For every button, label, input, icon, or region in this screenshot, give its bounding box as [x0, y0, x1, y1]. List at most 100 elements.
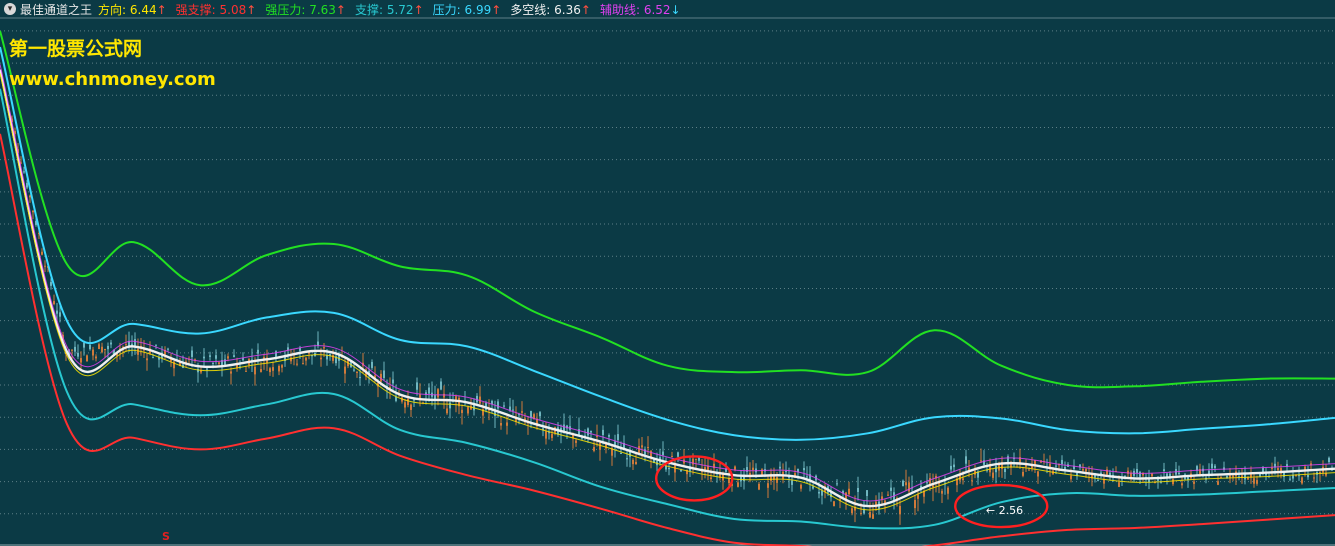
candle-body [1082, 468, 1084, 471]
candle-body [818, 491, 820, 494]
candle-body [671, 455, 673, 457]
candle-body [257, 349, 259, 354]
candle-body [803, 468, 805, 471]
candle-body [92, 349, 94, 356]
candle-body [1022, 471, 1024, 476]
candle-body [677, 452, 679, 457]
candle-body [1139, 471, 1141, 477]
candle-body [260, 369, 262, 372]
candle-body [593, 447, 595, 451]
candle-body [233, 355, 235, 357]
indicator-label: 强支撑: [175, 2, 216, 17]
candle-body [617, 434, 619, 441]
candle-body [857, 487, 859, 492]
indicator-label: 支撑: [354, 2, 384, 17]
candle-body [281, 365, 283, 368]
arrow-up-icon: ↑ [413, 2, 424, 17]
chevron-down-icon[interactable]: ▾ [4, 3, 16, 15]
sell-marker: S [162, 530, 170, 543]
candle-body [353, 369, 355, 371]
candle-body [965, 456, 967, 464]
candle-body [1124, 475, 1126, 477]
candle-body [302, 363, 304, 365]
candle-body [404, 402, 406, 408]
indicator-3: 支撑: 5.72↑ [355, 3, 424, 17]
candle-body [146, 358, 148, 361]
candle-body [1298, 475, 1300, 477]
candle-body [1277, 468, 1279, 471]
candle-body [305, 357, 307, 361]
candle-body [86, 355, 88, 362]
candle-body [446, 408, 448, 414]
candle-body [1211, 463, 1213, 469]
candle-body [1328, 457, 1330, 463]
candle-body [50, 282, 52, 286]
candle-body [662, 451, 664, 456]
candle-body [59, 312, 61, 317]
candle-body [53, 301, 55, 305]
candle-body [1181, 483, 1183, 486]
aux-line-yellow [0, 73, 1335, 511]
candle-body [209, 355, 211, 357]
candle-body [641, 445, 643, 448]
watermark-url: www.chnmoney.com [9, 69, 216, 90]
candle-body [926, 482, 928, 484]
arrow-up-icon: ↑ [246, 2, 257, 17]
candle-body [1166, 473, 1168, 477]
candle-body [932, 485, 934, 488]
candle-body [359, 377, 361, 379]
candle-body [836, 483, 838, 485]
candle-body [941, 490, 943, 494]
candle-body [551, 433, 553, 438]
indicator-value: 7.63 [305, 2, 336, 17]
candle-body [620, 453, 622, 455]
candle-body [80, 358, 82, 363]
candle-body [632, 459, 634, 465]
candle-body [1193, 481, 1195, 484]
candle-body [500, 422, 502, 426]
candle-body [737, 482, 739, 487]
arrow-up-icon: ↑ [491, 2, 502, 17]
candle-body [776, 477, 778, 483]
candle-body [77, 352, 79, 357]
arrow-up-icon: ↑ [335, 2, 346, 17]
candle-body [218, 362, 220, 365]
candle-body [806, 476, 808, 478]
candle-body [152, 357, 154, 359]
candle-body [89, 344, 91, 350]
candle-body [206, 368, 208, 370]
indicator-header: ▾ 最佳通道之王 方向: 6.44↑ 强支撑: 5.08↑ 强压力: 7.63↑ 支撑… [0, 0, 1335, 18]
candle-body [1172, 479, 1174, 485]
candle-body [191, 350, 193, 357]
candle-body [860, 512, 862, 514]
indicator-value: 5.08 [215, 2, 247, 17]
indicator-value: 6.44 [126, 2, 157, 17]
watermark-name: 第一股票公式网 [9, 38, 143, 60]
candle-body [98, 344, 100, 350]
candle-body [245, 370, 247, 372]
candle-body [800, 484, 802, 489]
candle-body [1070, 475, 1072, 480]
candle-body [467, 407, 469, 414]
candle-body [980, 460, 982, 462]
candle-body [323, 347, 325, 349]
candle-body [104, 348, 106, 351]
candle-body [710, 477, 712, 480]
candle-body [899, 505, 901, 515]
candle-body [887, 494, 889, 496]
candle-body [344, 366, 346, 374]
candle-body [1232, 475, 1234, 478]
candle-body [1151, 473, 1153, 477]
candle-body [1097, 480, 1099, 482]
candle-body [1289, 478, 1291, 480]
candle-body [512, 409, 514, 411]
candle-body [1271, 467, 1273, 469]
indicator-6: 辅助线: 6.52↓ [600, 3, 681, 17]
candle-body [230, 371, 232, 374]
indicator-title: 最佳通道之王 [20, 2, 93, 17]
candle-body [383, 370, 385, 378]
candle-body [74, 346, 76, 352]
candle-body [407, 398, 409, 406]
candle-body [1301, 477, 1303, 484]
candle-body [779, 466, 781, 469]
